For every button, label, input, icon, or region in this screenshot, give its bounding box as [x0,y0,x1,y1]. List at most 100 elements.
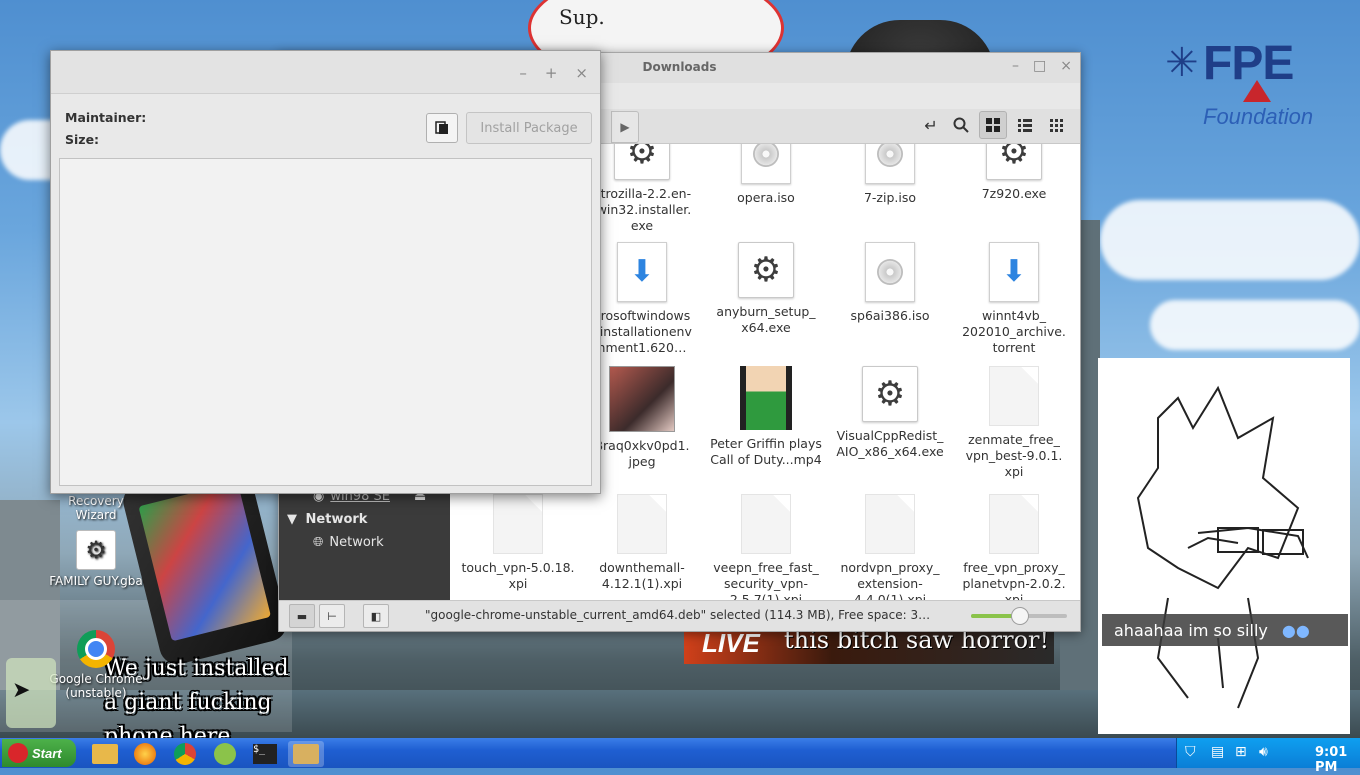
desktop-icon-label: FAMILY GUY.gba [49,574,143,588]
file-item[interactable]: nordvpn_proxy_ extension- 4.4.0(1).xpi [828,494,952,601]
gear-icon: ⚙ [738,242,794,298]
file-item-label: anyburn_setup_ x64.exe [716,304,816,335]
compact-view-button[interactable] [1043,111,1071,139]
file-item[interactable]: zenmate_free_ vpn_best-9.0.1. xpi [952,366,1076,480]
close-icon[interactable]: × [575,64,588,82]
clock[interactable]: 9:01 PM [1315,745,1360,775]
clipboard-icon[interactable]: ▤ [1211,744,1224,760]
toggle-location-button[interactable]: ↵ [917,111,945,139]
volume-icon[interactable]: 🔊︎ [1259,744,1268,760]
document-icon [989,494,1039,554]
disc-icon [741,144,791,184]
gear-icon: ⚙ [862,366,918,422]
sketch-lines [1136,385,1309,709]
zoom-slider[interactable] [971,607,1067,625]
grid-view-icon [986,118,1000,132]
file-item[interactable]: ⬇ winnt4vb_ 202010_archive. torrent [952,242,1076,356]
taskbar-firefox-button[interactable] [130,741,160,767]
mouse-cursor-icon: ➤ [12,678,31,703]
tree-icon: ⊢ [327,609,337,623]
shield-icon[interactable]: ⛉ [1185,744,1196,760]
icon-view-button[interactable] [979,111,1007,139]
globe-icon: 🌐︎ [313,535,324,550]
chrome-icon [174,743,196,765]
file-item-label: winnt4vb_ 202010_archive. torrent [962,308,1066,355]
file-item[interactable]: 7-zip.iso [828,144,952,206]
image-icon [609,366,675,432]
chrome-icon [77,630,115,668]
list-view-icon [1018,119,1032,132]
show-tree-button[interactable]: ⊢ [319,604,345,628]
taskbar: Start $_ ⛉ ▤ ⊞ 🔊︎ 9:01 PM [0,738,1360,775]
folder-icon [92,744,118,764]
file-item[interactable]: Peter Griffin plays Call of Duty...mp4 [704,366,828,468]
file-item-label: 7-zip.iso [863,190,917,205]
apps-grid-icon [214,743,236,765]
download-icon: ⬇ [617,242,667,302]
minimize-icon[interactable]: – [519,64,527,82]
file-item[interactable]: ⚙ 7z920.exe [952,144,1076,202]
file-item-label: downthemall- 4.12.1(1).xpi [599,560,685,591]
file-item-label: 7z920.exe [981,186,1047,201]
desktop-icon-label: Google Chrome (unstable) [49,672,143,700]
network-icon[interactable]: ⊞ [1235,744,1247,760]
size-label: Size: [65,132,100,147]
file-item[interactable]: opera.iso [704,144,828,206]
file-item[interactable]: free_vpn_proxy_ planetvpn-2.0.2. xpi [952,494,1076,601]
file-item[interactable]: ⚙ VisualCppRedist_ AIO_x86_x64.exe [828,366,952,460]
installer-titlebar[interactable]: – + × [51,51,600,94]
show-places-button[interactable]: ▬ [289,604,315,628]
install-package-button[interactable]: Install Package [466,112,592,144]
maximize-icon[interactable]: + [545,64,558,82]
cloud [1150,300,1360,350]
file-item[interactable]: veepn_free_fast_ security_vpn- 2.5.7(1).… [704,494,828,601]
document-icon [493,494,543,554]
sidebar-item-label: Network [329,535,384,550]
fpe-logo-sub: Foundation [1203,104,1314,129]
package-details-textarea[interactable] [59,158,592,486]
triangle-down-icon: ▼ [287,512,297,527]
angry-bird-icon [8,743,28,763]
file-item[interactable]: sp6ai386.iso [828,242,952,324]
zoom-slider-knob[interactable] [1011,607,1029,625]
taskbar-terminal-button[interactable]: $_ [250,741,280,767]
taskbar-downloads-window-button[interactable] [288,741,324,767]
forward-path-button[interactable]: ▶ [611,111,639,143]
document-icon [741,494,791,554]
live-label: LIVE [702,628,760,658]
maintainer-label: Maintainer: [65,110,147,125]
installer-window-controls: – + × [519,64,588,82]
sidebar-section-label: Network [305,512,368,527]
file-item-label: VisualCppRedist_ AIO_x86_x64.exe [836,428,944,459]
start-button[interactable]: Start [2,739,76,767]
close-icon[interactable]: × [1060,58,1072,74]
sidebar-section-network[interactable]: ▼ Network [287,512,367,527]
folder-icon [293,744,319,764]
desktop-icon-google-chrome[interactable]: Google Chrome (unstable) [46,630,146,700]
sidebar-item-network[interactable]: 🌐︎ Network [313,535,384,550]
file-item[interactable]: downthemall- 4.12.1(1).xpi [580,494,704,592]
disc-icon [865,144,915,184]
disc-icon [865,242,915,302]
list-view-button[interactable] [1011,111,1039,139]
taskbar-files-button[interactable] [90,741,120,767]
file-item[interactable]: touch_vpn-5.0.18. xpi [456,494,580,592]
minimize-icon[interactable]: – [1012,58,1019,74]
desktop-icon-family-guy[interactable]: ⚙ FAMILY GUY.gba [46,530,146,588]
taskbar-apps-button[interactable] [210,741,240,767]
file-item[interactable]: ⚙ anyburn_setup_ x64.exe [704,242,828,336]
search-icon [953,117,969,133]
document-icon [617,494,667,554]
search-button[interactable] [947,111,975,139]
maximize-icon[interactable]: □ [1033,58,1046,74]
status-text: "google-chrome-unstable_current_amd64.de… [425,608,931,622]
flame-icon [1243,80,1271,102]
gear-icon: ⚙ [986,144,1042,180]
chevron-right-icon: ▶ [620,120,630,134]
desktop-icon-recovery-wizard[interactable]: Recovery Wizard [46,494,146,522]
copy-button[interactable] [426,113,458,143]
file-item-label: sp6ai386.iso [850,308,930,323]
toggle-sidebar-button[interactable]: ◧ [363,604,389,628]
taskbar-chrome-button[interactable] [170,741,200,767]
file-item-label: zenmate_free_ vpn_best-9.0.1. xpi [965,432,1063,479]
